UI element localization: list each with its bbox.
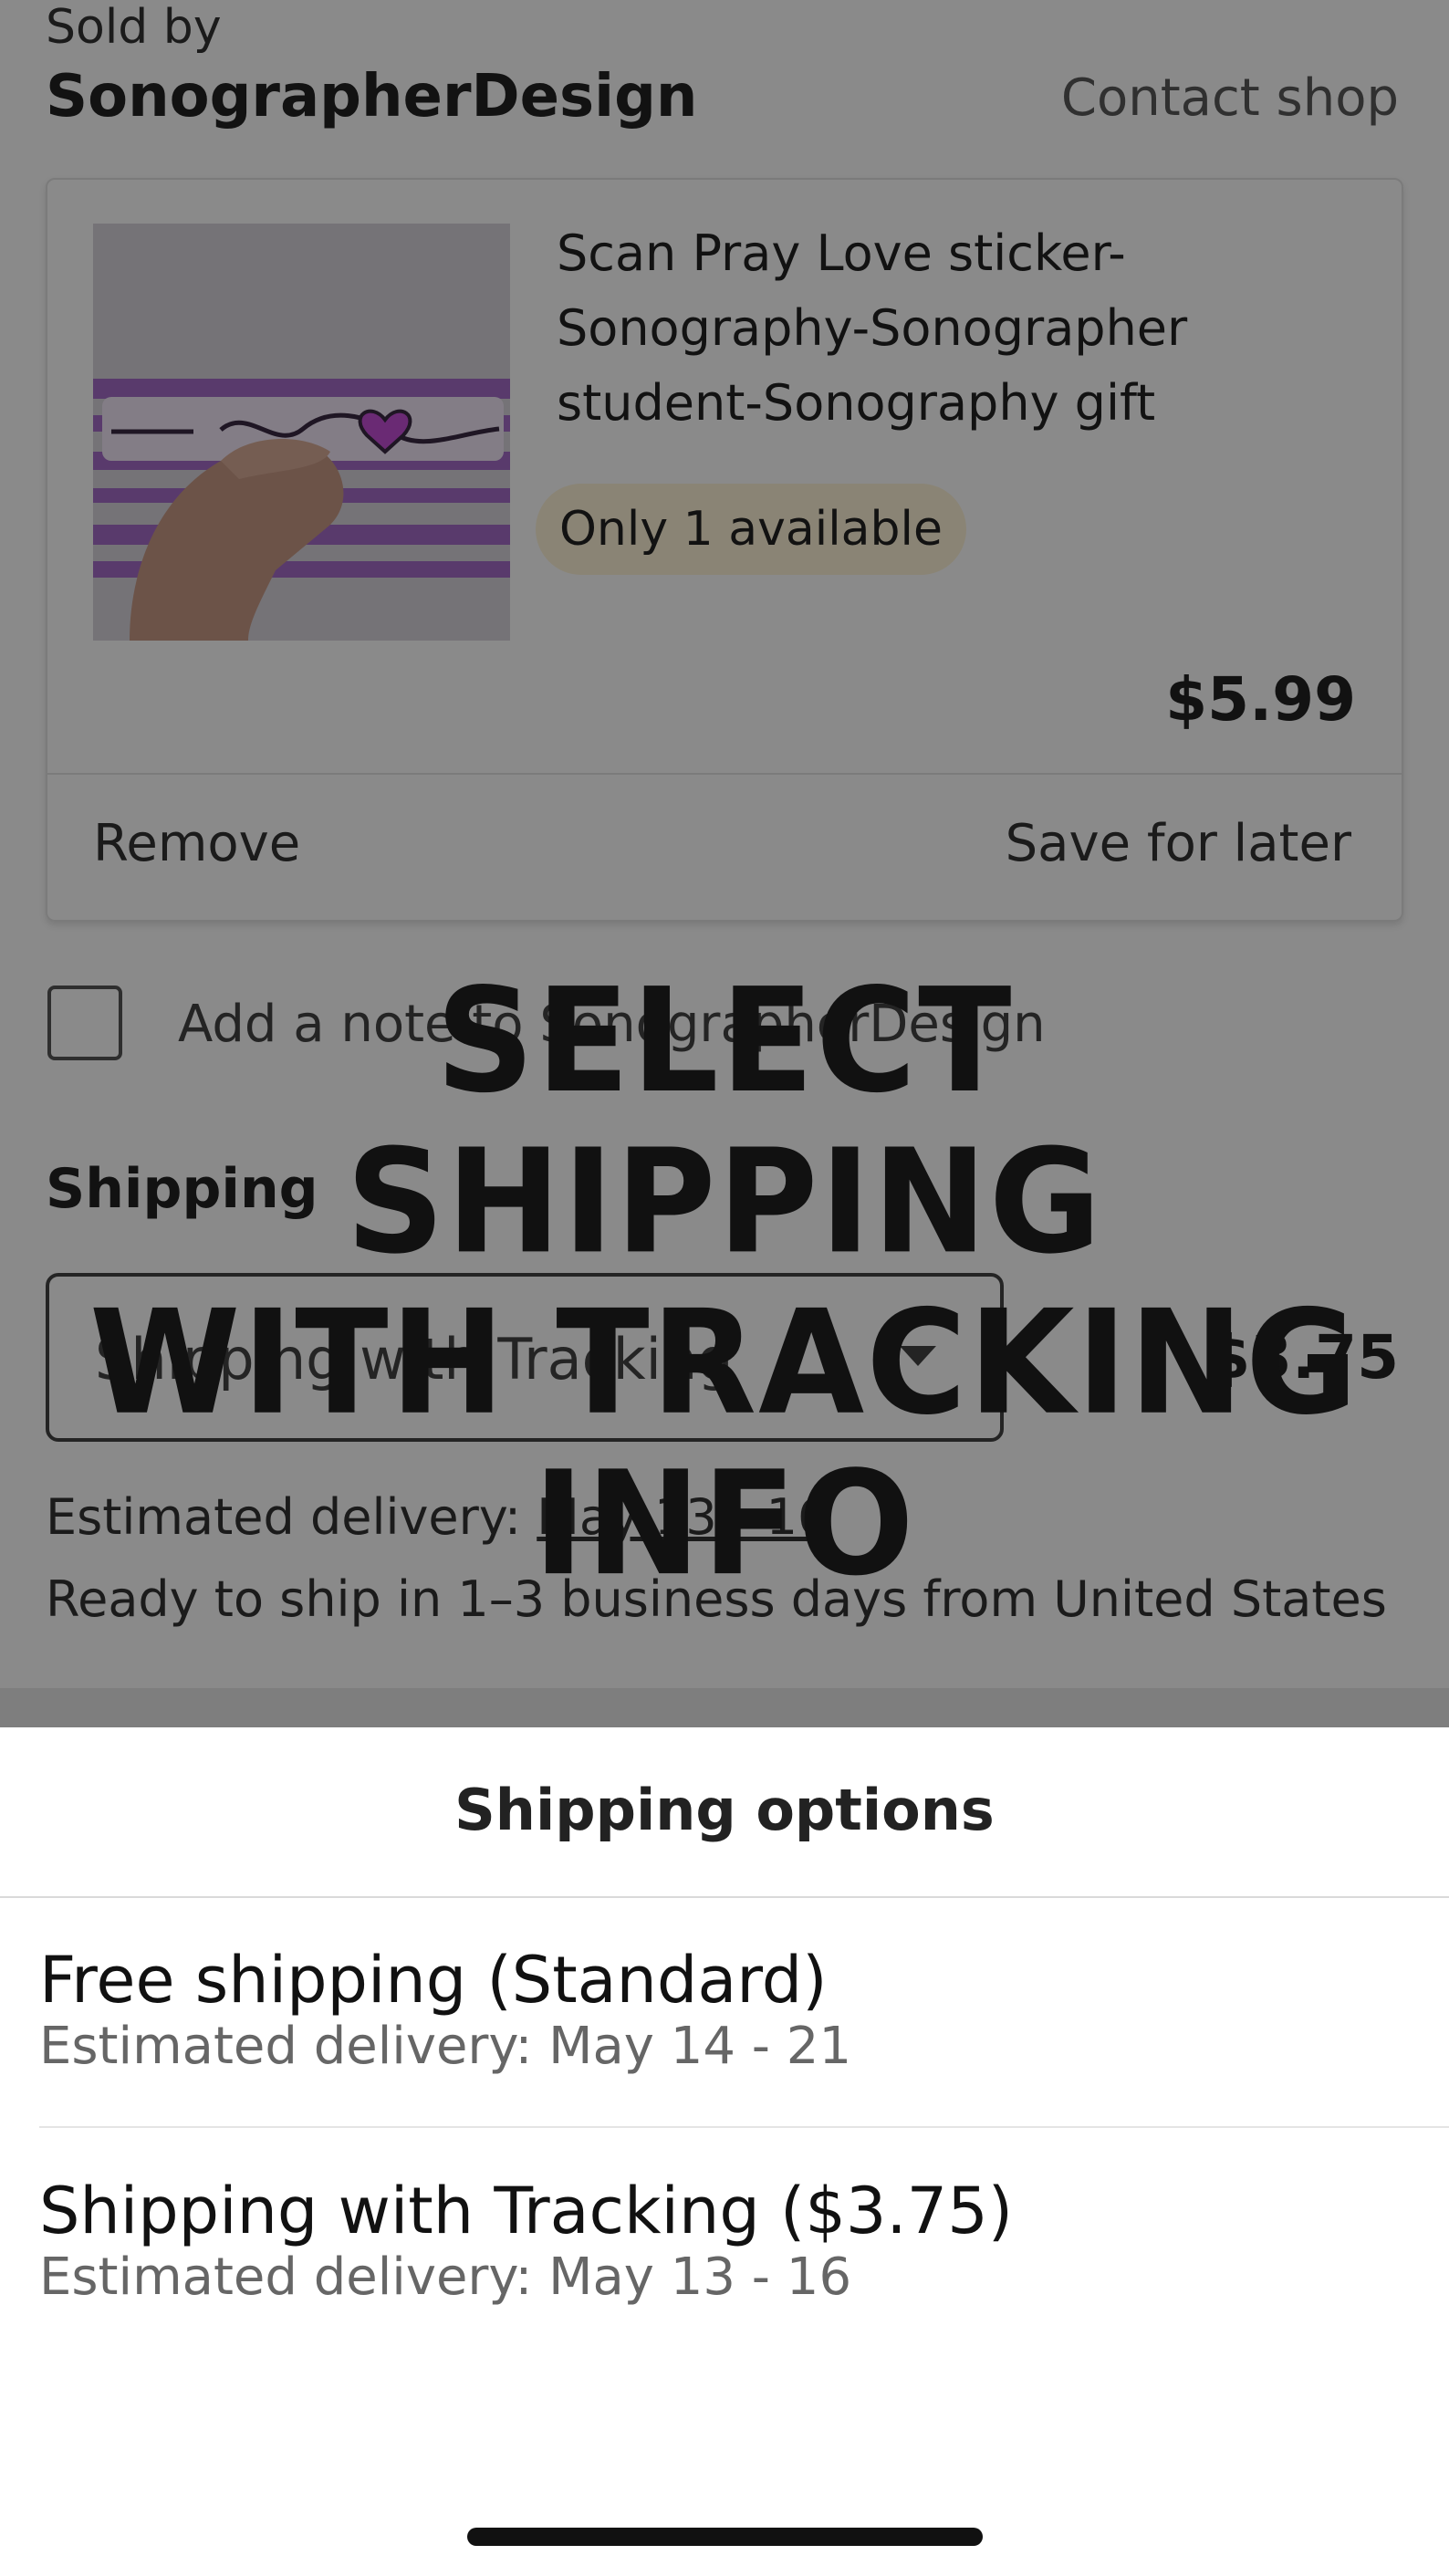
shipping-option-tracking[interactable]: Shipping with Tracking ($3.75) Estimated…	[0, 2173, 1449, 2401]
home-indicator[interactable]	[467, 2528, 983, 2546]
sheet-divider	[0, 1896, 1449, 1898]
option-estimate: Estimated delivery: May 14 - 21	[39, 2017, 852, 2076]
caption-line: WITH TRACKING	[89, 1279, 1360, 1447]
caption-line: INFO	[533, 1441, 916, 1608]
option-label: Shipping with Tracking ($3.75)	[39, 2174, 1014, 2248]
option-divider	[39, 2126, 1449, 2128]
option-estimate: Estimated delivery: May 13 - 16	[39, 2247, 852, 2307]
caption-line: SELECT SHIPPING	[346, 958, 1103, 1287]
option-label: Free shipping (Standard)	[39, 1943, 828, 2018]
shipping-option-free[interactable]: Free shipping (Standard) Estimated deliv…	[0, 1942, 1449, 2170]
annotation-caption: SELECT SHIPPING WITH TRACKING INFO	[64, 961, 1385, 1605]
shipping-options-sheet: Shipping options Free shipping (Standard…	[0, 1727, 1449, 2576]
sheet-title: Shipping options	[454, 1777, 995, 1843]
